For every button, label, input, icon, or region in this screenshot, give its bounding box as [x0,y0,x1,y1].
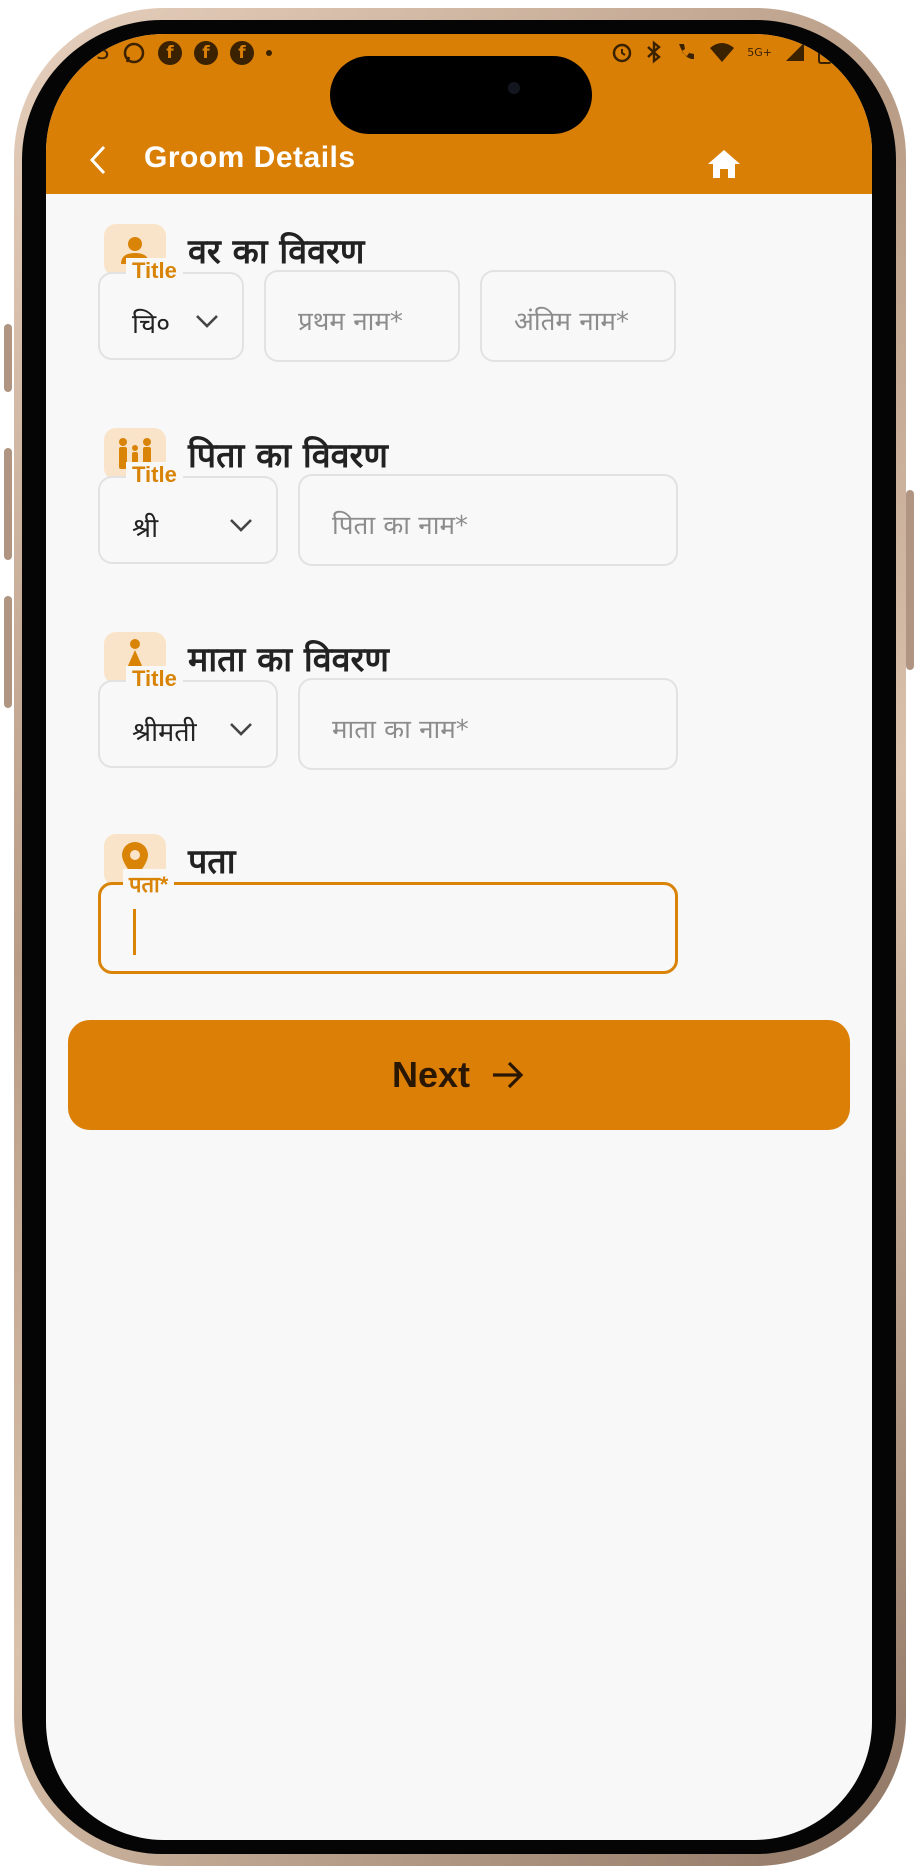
father-title-value: श्री [132,513,159,544]
mother-section-title: माता का विवरण [188,640,390,680]
dot-icon [266,49,272,56]
signal-icon [786,43,804,61]
next-button-label: Next [391,1054,471,1095]
home-icon [708,150,740,178]
father-name-placeholder: पिता का नाम* [332,511,468,541]
father-section-title: पिता का विवरण [188,436,388,476]
camera-dot [508,82,520,94]
arrow-right-icon [493,1061,524,1089]
next-button[interactable]: Next [68,1020,850,1130]
action-button [4,324,12,392]
groom-title-label: Title [126,258,183,284]
alarm-icon [613,43,632,63]
mother-title-label: Title [126,666,183,692]
facebook-icon: f [158,40,182,65]
battery-icon [818,40,832,64]
chevron-down-icon [230,723,252,736]
father-name-input[interactable]: पिता का नाम* [298,474,678,566]
address-label: पता* [123,869,175,899]
mother-title-value: श्रीमती [132,717,197,748]
bluetooth-icon [647,40,662,64]
page-title: Groom Details [144,141,356,174]
call-icon [679,44,695,60]
groom-section-title: वर का विवरण [188,232,365,272]
mother-title-select[interactable]: Title श्रीमती [98,666,278,768]
groom-last-name-placeholder: अंतिम नाम* [514,307,629,337]
power-button [906,490,914,670]
facebook-icon: f [194,40,218,65]
back-button[interactable] [76,138,120,182]
father-title-select[interactable]: Title श्री [98,462,278,564]
groom-title-value: चि० [132,309,171,340]
text-cursor [133,909,136,955]
volume-up-button [4,448,12,560]
mother-name-placeholder: माता का नाम* [332,715,469,745]
status-left: 03 f f f [82,40,272,65]
mother-name-input[interactable]: माता का नाम* [298,678,678,770]
status-time: 03 [82,40,110,65]
app-bar: 03 f f f 5G+ Groom Details [46,34,872,194]
volume-down-button [4,596,12,708]
dynamic-island [330,56,592,134]
groom-title-select[interactable]: Title चि० [98,258,244,360]
address-section-title: पता [188,842,236,882]
network-label: 5G+ [747,45,772,59]
address-input[interactable]: पता* [98,869,678,974]
groom-last-name-input[interactable]: अंतिम नाम* [480,270,676,362]
chevron-left-icon [89,145,106,175]
wifi-icon [710,43,735,62]
status-right: 5G+ [611,40,832,64]
facebook-icon: f [230,40,254,65]
chevron-down-icon [196,315,218,328]
groom-first-name-input[interactable]: प्रथम नाम* [264,270,460,362]
whatsapp-icon [123,42,145,63]
home-button[interactable] [704,146,744,182]
screen: 03 f f f 5G+ Groom Details वर का विवरण T… [46,34,872,1840]
groom-first-name-placeholder: प्रथम नाम* [298,307,403,337]
father-title-label: Title [126,462,183,488]
chevron-down-icon [230,519,252,532]
